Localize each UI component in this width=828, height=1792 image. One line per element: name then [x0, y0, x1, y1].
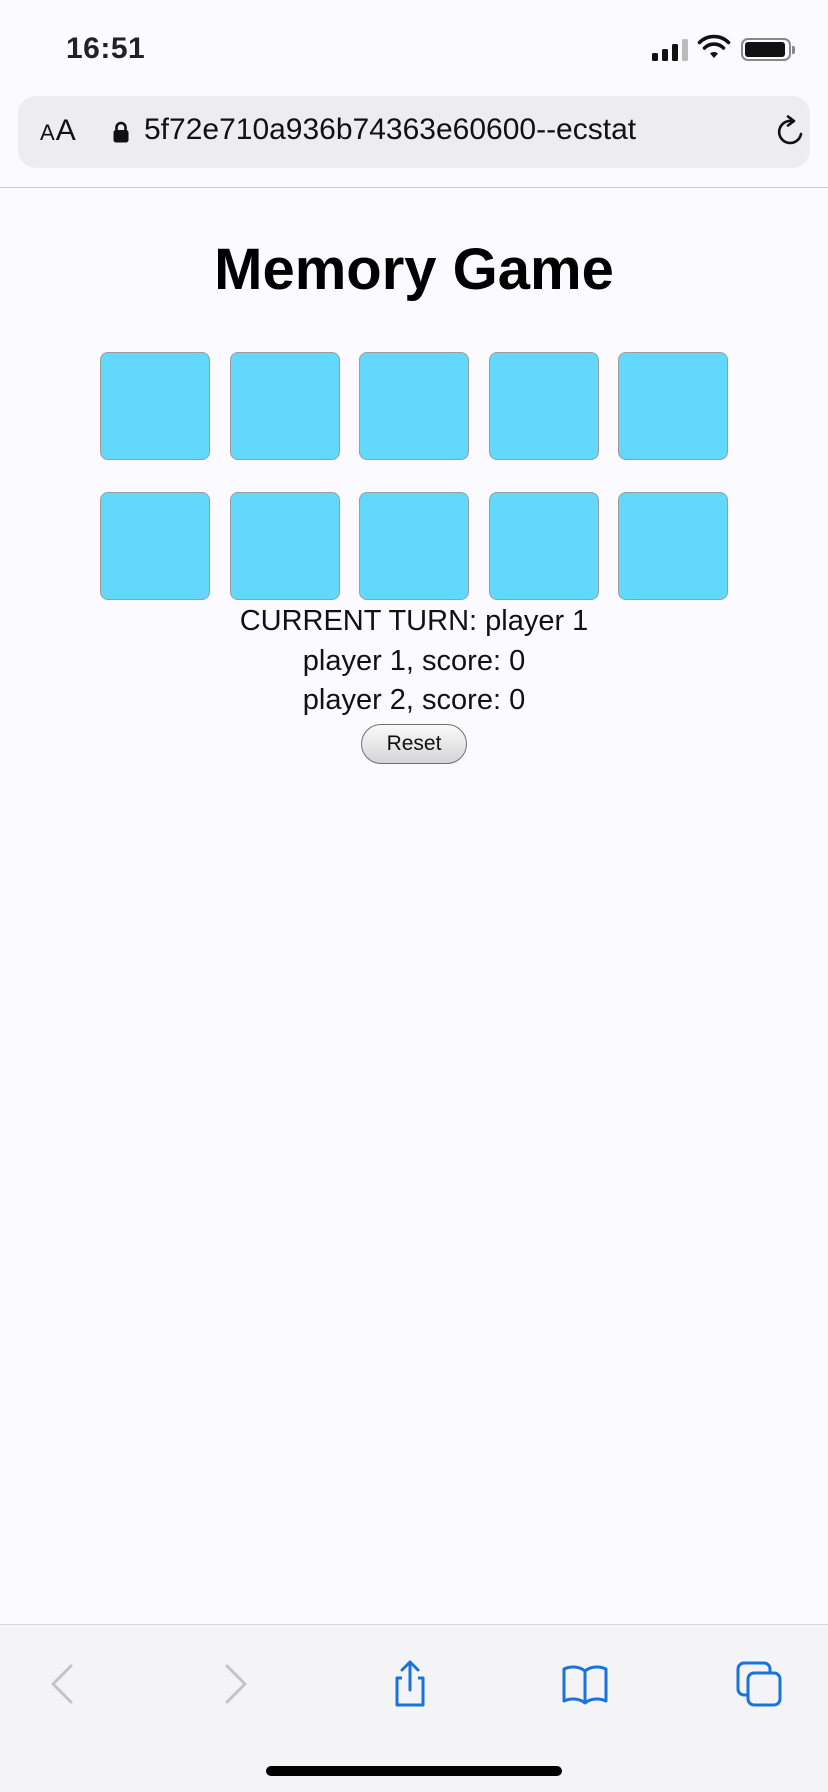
- card-grid: [100, 352, 730, 600]
- safari-screen: 16:51 AA 5f72e710a936b74363e60600--ecsta…: [0, 0, 828, 1792]
- current-turn-text: CURRENT TURN: player 1: [239, 605, 589, 637]
- reset-button[interactable]: Reset: [361, 724, 467, 764]
- memory-card[interactable]: [230, 492, 340, 600]
- home-indicator: [266, 1766, 562, 1776]
- player2-score: player 2, score: 0: [302, 684, 526, 716]
- toolbar-divider: [0, 187, 828, 188]
- url-text[interactable]: 5f72e710a936b74363e60600--ecstat: [144, 113, 756, 147]
- reload-icon[interactable]: [774, 115, 808, 149]
- text-size-button[interactable]: AA: [40, 114, 77, 148]
- memory-card[interactable]: [230, 352, 340, 460]
- forward-icon[interactable]: [210, 1659, 260, 1709]
- wifi-icon: [697, 34, 731, 58]
- bookmarks-icon[interactable]: [560, 1659, 610, 1709]
- battery-icon: [741, 38, 795, 61]
- share-icon[interactable]: [385, 1659, 435, 1709]
- status-bar: 16:51: [0, 0, 828, 92]
- lock-icon: [113, 121, 129, 143]
- memory-card[interactable]: [618, 352, 728, 460]
- status-time: 16:51: [66, 32, 146, 65]
- back-icon[interactable]: [38, 1659, 88, 1709]
- memory-card[interactable]: [489, 492, 599, 600]
- memory-card[interactable]: [359, 492, 469, 600]
- address-bar[interactable]: AA 5f72e710a936b74363e60600--ecstat: [18, 96, 810, 168]
- memory-card[interactable]: [100, 492, 210, 600]
- player1-score: player 1, score: 0: [302, 645, 526, 677]
- page-title: Memory Game: [214, 237, 614, 302]
- memory-card[interactable]: [100, 352, 210, 460]
- signal-icon: [652, 37, 690, 61]
- memory-card[interactable]: [359, 352, 469, 460]
- memory-card[interactable]: [489, 352, 599, 460]
- tabs-icon[interactable]: [734, 1659, 784, 1709]
- memory-card[interactable]: [618, 492, 728, 600]
